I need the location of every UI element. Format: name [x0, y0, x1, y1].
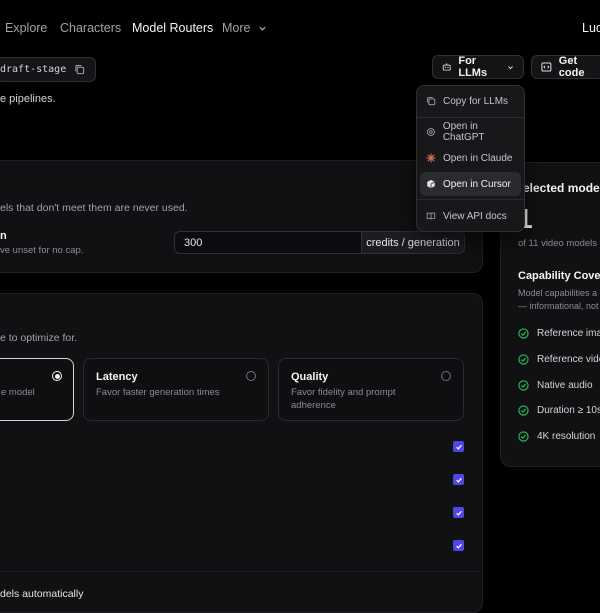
- selected-models-title: elected mode: [523, 181, 600, 195]
- check-circle-icon: [518, 380, 529, 391]
- nav-more[interactable]: More: [222, 21, 267, 35]
- for-llms-menu: Copy for LLMs Open in ChatGPT Open in Cl…: [416, 85, 525, 232]
- budget-unit-suffix: credits / generation: [362, 231, 465, 254]
- checkbox-checked[interactable]: [453, 540, 464, 551]
- capability-row: Reference vide: [518, 354, 600, 365]
- auto-models-label: dels automatically: [0, 588, 84, 600]
- menu-item-copy-for-llms[interactable]: Copy for LLMs: [420, 89, 521, 113]
- check-icon: [455, 477, 462, 483]
- menu-item-view-api-docs[interactable]: View API docs: [420, 204, 521, 228]
- get-code-label: Get code: [558, 55, 585, 79]
- checkbox-checked[interactable]: [453, 507, 464, 518]
- checkbox-checked[interactable]: [453, 441, 464, 452]
- check-icon: [455, 444, 462, 450]
- page-subtitle: e pipelines.: [0, 93, 56, 105]
- robot-icon: [442, 63, 451, 71]
- nav-model-routers[interactable]: Model Routers: [132, 21, 213, 35]
- divider: [0, 571, 480, 572]
- menu-divider: [417, 199, 524, 200]
- capability-coverage-title: Capability Cover: [518, 270, 600, 282]
- router-id-chip: draft-stage: [0, 57, 96, 82]
- nav-characters[interactable]: Characters: [60, 21, 121, 35]
- budget-unit-label: credits / generation: [366, 236, 460, 249]
- capability-label: 4K resolution: [537, 431, 596, 442]
- router-id-text: draft-stage: [0, 64, 67, 75]
- optimize-option-cost-desc: e model: [1, 387, 35, 398]
- nav-more-label: More: [222, 21, 251, 35]
- code-icon: [541, 62, 552, 72]
- capability-label: Native audio: [537, 380, 593, 391]
- capability-label: Reference vide: [537, 354, 600, 365]
- capability-row: Duration ≥ 10s: [518, 405, 600, 416]
- menu-item-label: Open in Cursor: [443, 178, 511, 190]
- menu-item-label: Copy for LLMs: [443, 95, 509, 107]
- optimize-option-quality-title: Quality: [291, 371, 329, 383]
- selected-models-subtitle: of 11 video models: [518, 238, 598, 249]
- optimize-option-latency[interactable]: Latency Favor faster generation times: [83, 358, 269, 421]
- optimize-option-quality[interactable]: Quality Favor fidelity and prompt adhere…: [278, 358, 464, 421]
- budget-description: els that don't meet them are never used.: [0, 202, 188, 214]
- claude-icon: [426, 153, 436, 163]
- menu-item-open-in-chatgpt[interactable]: Open in ChatGPT: [420, 120, 521, 144]
- optimize-option-quality-desc: Favor fidelity and prompt adherence: [291, 387, 396, 411]
- check-icon: [455, 510, 462, 516]
- get-code-button[interactable]: Get code: [531, 55, 600, 79]
- capability-row: Native audio: [518, 380, 593, 391]
- chevron-down-icon: [259, 26, 266, 31]
- radio-selected[interactable]: [52, 371, 62, 381]
- copy-icon[interactable]: [74, 64, 85, 75]
- copy-icon: [427, 96, 436, 106]
- user-menu[interactable]: Luc: [582, 21, 600, 35]
- menu-item-open-in-claude[interactable]: Open in Claude: [420, 146, 521, 170]
- check-circle-icon: [518, 354, 529, 365]
- capability-label: Duration ≥ 10s: [537, 405, 600, 416]
- capability-desc-line2: — informational, not: [518, 301, 599, 311]
- nav-explore[interactable]: Explore: [5, 21, 47, 35]
- book-icon: [426, 212, 436, 220]
- budget-input[interactable]: 300: [174, 231, 362, 254]
- for-llms-label: For LLMs: [458, 55, 488, 79]
- budget-card: [0, 160, 483, 273]
- cursor-icon: [427, 179, 435, 189]
- capability-row: Reference ima: [518, 328, 600, 339]
- check-circle-icon: [518, 431, 529, 442]
- menu-item-label: View API docs: [443, 210, 507, 222]
- menu-divider: [417, 117, 524, 118]
- for-llms-button[interactable]: For LLMs: [432, 55, 524, 79]
- menu-item-label: Open in Claude: [443, 152, 513, 164]
- capability-row: 4K resolution: [518, 431, 595, 442]
- optimize-option-latency-desc: Favor faster generation times: [96, 387, 220, 398]
- capability-desc-line1: Model capabilities a: [518, 288, 598, 298]
- optimize-option-latency-title: Latency: [96, 371, 138, 383]
- menu-item-open-in-cursor[interactable]: Open in Cursor: [420, 172, 521, 196]
- optimize-option-cost[interactable]: e model: [0, 358, 74, 421]
- chatgpt-icon: [427, 128, 435, 136]
- optimize-prompt: e to optimize for.: [0, 332, 78, 344]
- check-circle-icon: [518, 405, 529, 416]
- radio-unselected[interactable]: [246, 371, 256, 381]
- capability-label: Reference ima: [537, 328, 600, 339]
- radio-unselected[interactable]: [441, 371, 451, 381]
- budget-field-label: n: [0, 230, 7, 242]
- check-circle-icon: [518, 328, 529, 339]
- menu-item-label: Open in ChatGPT: [442, 121, 485, 143]
- chevron-down-icon: [508, 65, 513, 69]
- budget-input-value: 300: [184, 236, 203, 249]
- check-icon: [455, 543, 462, 549]
- checkbox-checked[interactable]: [453, 474, 464, 485]
- budget-field-hint: ve unset for no cap.: [0, 245, 84, 256]
